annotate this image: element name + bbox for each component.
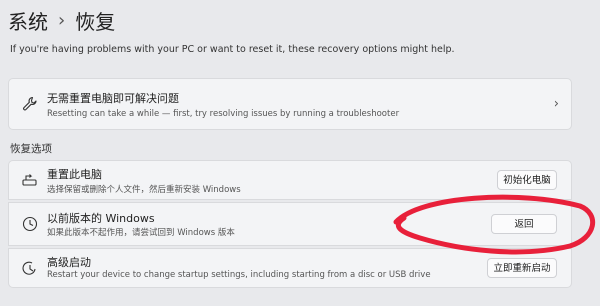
breadcrumb: 系统 › 恢复 xyxy=(8,6,115,35)
history-icon xyxy=(21,215,39,233)
troubleshoot-card[interactable]: 无需重置电脑即可解决问题 Resetting can take a while … xyxy=(8,78,572,130)
troubleshoot-title: 无需重置电脑即可解决问题 xyxy=(47,92,179,105)
reset-pc-card: 重置此电脑 选择保留或删除个人文件，然后重新安装 Windows 初始化电脑 xyxy=(8,160,572,200)
reset-pc-icon xyxy=(21,171,39,189)
advanced-startup-title: 高级启动 xyxy=(47,256,91,269)
section-title: 恢复选项 xyxy=(10,143,52,155)
reset-pc-subtitle: 选择保留或删除个人文件，然后重新安装 Windows xyxy=(47,185,241,195)
breadcrumb-separator: › xyxy=(58,10,66,31)
previous-version-subtitle: 如果此版本不起作用，请尝试回到 Windows 版本 xyxy=(47,228,235,238)
reset-pc-title: 重置此电脑 xyxy=(47,168,102,181)
restart-now-button[interactable]: 立即重新启动 xyxy=(487,258,557,278)
go-back-button[interactable]: 返回 xyxy=(491,214,557,234)
chevron-right-icon: › xyxy=(553,96,559,112)
wrench-icon xyxy=(21,95,39,113)
advanced-startup-icon xyxy=(21,259,39,277)
previous-version-title: 以前版本的 Windows xyxy=(47,212,155,225)
breadcrumb-parent[interactable]: 系统 xyxy=(8,6,48,35)
advanced-startup-card: 高级启动 Restart your device to change start… xyxy=(8,248,572,288)
page-title: 恢复 xyxy=(75,10,116,34)
troubleshoot-subtitle: Resetting can take a while — first, try … xyxy=(47,109,400,119)
previous-version-card: 以前版本的 Windows 如果此版本不起作用，请尝试回到 Windows 版本… xyxy=(8,202,572,246)
advanced-startup-subtitle: Restart your device to change startup se… xyxy=(47,270,431,280)
recovery-settings-page: 系统 › 恢复 If you're having problems with y… xyxy=(0,0,600,306)
intro-text: If you're having problems with your PC o… xyxy=(10,44,455,55)
reset-pc-button[interactable]: 初始化电脑 xyxy=(497,170,557,190)
